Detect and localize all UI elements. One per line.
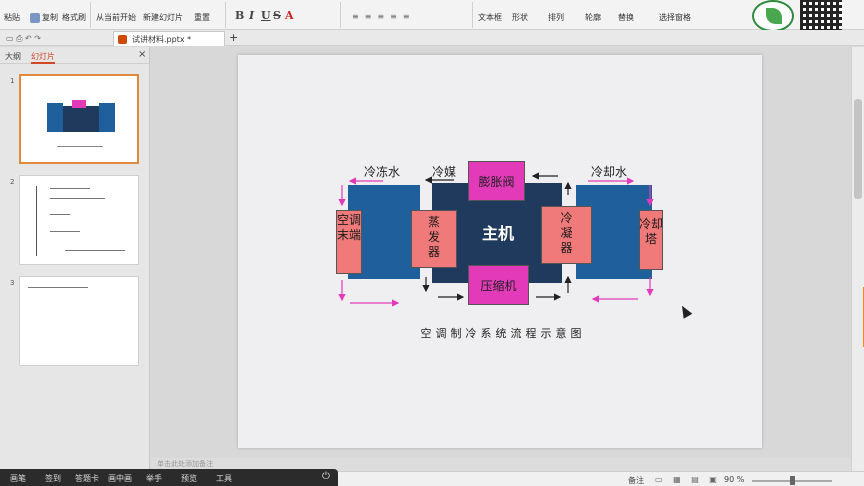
underline-button[interactable]: U	[261, 9, 271, 22]
strike-button[interactable]: S	[273, 9, 281, 22]
slide-thumbnail[interactable]	[19, 276, 139, 366]
thumb-line	[50, 198, 105, 199]
from-current-button[interactable]: 从当前开始	[96, 12, 136, 23]
slides-pane: 大纲 幻灯片 × 1 2 3	[0, 47, 150, 471]
thumb-shape	[72, 100, 86, 108]
ribbon-divider	[340, 2, 341, 28]
replace-button[interactable]: 替换	[618, 12, 634, 23]
toolbar-raise-hand[interactable]: 举手	[146, 473, 162, 484]
paragraph-align-buttons[interactable]: ≡≡≡≡≡	[352, 12, 416, 21]
zoom-slider-handle[interactable]	[790, 476, 795, 485]
thumb-caption	[57, 146, 103, 147]
tab-outline[interactable]: 大纲	[5, 51, 21, 62]
slide-canvas[interactable]: 空调末端 蒸发器 冷凝器 冷却塔 膨胀阀 压缩机 主机 冷冻水 冷媒 冷却水 空…	[238, 55, 762, 448]
select-pane-button[interactable]: 选择窗格	[659, 12, 691, 23]
thumb-line	[65, 250, 125, 251]
slide-thumbnail[interactable]	[19, 74, 139, 164]
thumb-shape	[47, 103, 63, 132]
bold-button[interactable]: B	[235, 9, 244, 22]
copy-button[interactable]: 复制	[30, 12, 58, 23]
pptx-file-icon	[118, 35, 127, 44]
outline-button[interactable]: 轮廓	[585, 12, 601, 23]
thumb-shape	[99, 103, 115, 132]
school-logo	[752, 0, 794, 32]
copy-label: 复制	[42, 13, 58, 22]
pane-close-icon[interactable]: ×	[138, 49, 146, 60]
qr-code	[800, 0, 842, 32]
ribbon-divider	[225, 2, 226, 28]
copy-icon	[30, 12, 40, 23]
ribbon-divider	[472, 2, 473, 28]
slide-number: 3	[10, 279, 15, 287]
thumb-line	[28, 287, 88, 288]
toolbar-pen[interactable]: 画笔	[10, 473, 26, 484]
ribbon-toolbar: 粘贴 复制 格式刷 从当前开始 新建幻灯片 重置 B I U S A ≡≡≡≡≡…	[0, 0, 864, 30]
editing-canvas: 空调末端 蒸发器 冷凝器 冷却塔 膨胀阀 压缩机 主机 冷冻水 冷媒 冷却水 空…	[151, 47, 851, 457]
format-painter-button[interactable]: 格式刷	[62, 12, 86, 23]
textbox-button[interactable]: 文本框	[478, 12, 502, 23]
slide-thumbnail[interactable]	[19, 175, 139, 265]
tab-slides[interactable]: 幻灯片	[31, 51, 55, 64]
toolbar-signin[interactable]: 签到	[45, 473, 61, 484]
thumb-shape	[63, 106, 99, 132]
thumb-line	[50, 214, 70, 215]
reset-button[interactable]: 重置	[194, 12, 210, 23]
italic-button[interactable]: I	[249, 9, 254, 22]
zoom-level: 90 %	[724, 475, 745, 484]
paste-button[interactable]: 粘贴	[4, 12, 20, 23]
arrange-button[interactable]: 排列	[548, 12, 564, 23]
thumb-line	[50, 231, 80, 232]
ribbon-divider	[90, 2, 91, 28]
slide-number: 2	[10, 178, 15, 186]
teaching-toolbar: 画笔 签到 答题卡 画中画 举手 预览 工具 ⏻	[0, 469, 338, 486]
shape-button[interactable]: 形状	[512, 12, 528, 23]
font-color-button[interactable]: A	[285, 9, 294, 22]
document-title: 试讲材料.pptx *	[132, 35, 192, 44]
new-slide-button[interactable]: 新建幻灯片	[143, 12, 183, 23]
thumb-tree-line	[36, 186, 37, 256]
tab-document[interactable]: 试讲材料.pptx *	[113, 31, 225, 46]
document-tab-bar: ▭ ⎙ ↶ ↷ 试讲材料.pptx * +	[0, 30, 864, 46]
toolbar-preview[interactable]: 预览	[181, 473, 197, 484]
slide-number: 1	[10, 77, 15, 85]
scrollbar-thumb[interactable]	[854, 99, 862, 199]
power-icon[interactable]: ⏻	[322, 471, 330, 482]
view-buttons[interactable]: ▭ ▦ ▤ ▣	[655, 475, 721, 484]
quick-access-icons[interactable]: ▭ ⎙ ↶ ↷	[6, 34, 41, 44]
flow-arrows	[338, 172, 654, 307]
thumb-line	[50, 188, 90, 189]
new-tab-button[interactable]: +	[229, 31, 238, 44]
pane-tabs: 大纲 幻灯片 ×	[0, 47, 149, 64]
toolbar-tools[interactable]: 工具	[216, 473, 232, 484]
toolbar-answer-card[interactable]: 答题卡	[75, 473, 99, 484]
diagram-caption: 空调制冷系统流程示意图	[420, 327, 586, 340]
leaf-icon	[766, 8, 782, 24]
toolbar-pip[interactable]: 画中画	[108, 473, 132, 484]
vertical-scrollbar[interactable]	[851, 47, 864, 471]
notes-toggle[interactable]: 备注	[628, 475, 644, 486]
